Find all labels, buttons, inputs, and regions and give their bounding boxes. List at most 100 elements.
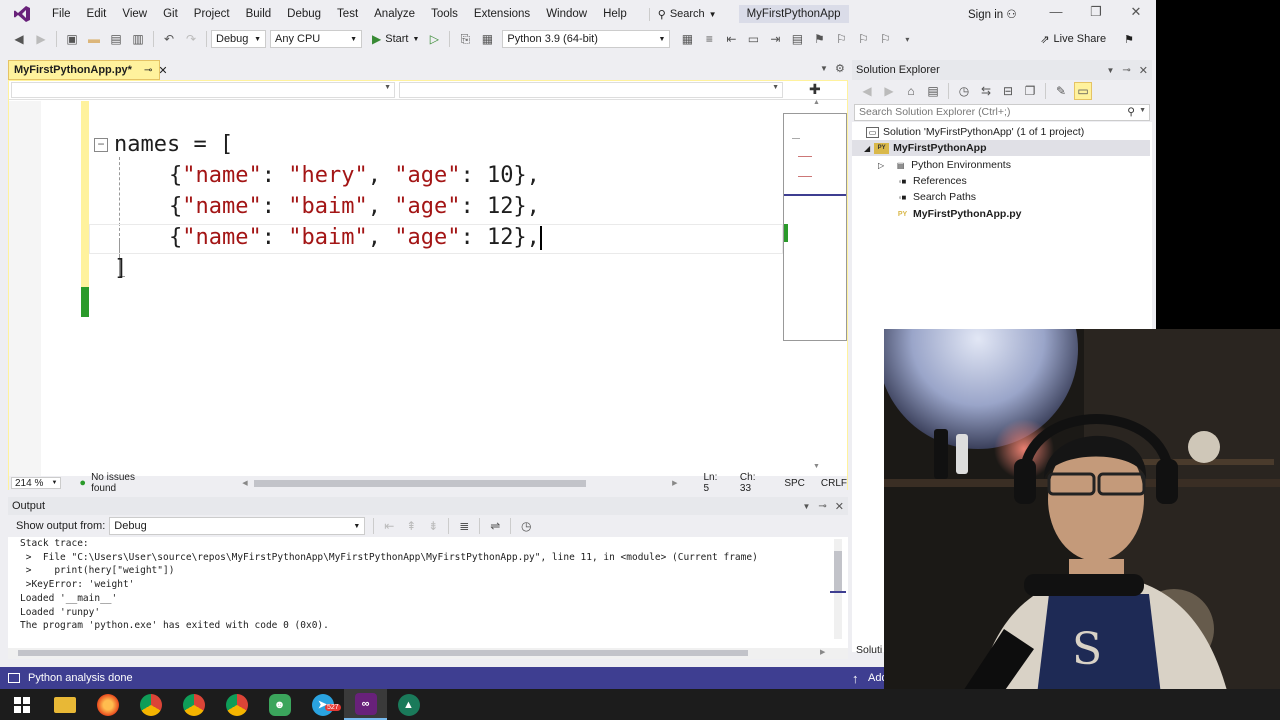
indent-icon[interactable]: ⇥ [766, 30, 784, 48]
upload-icon[interactable]: ↑ [852, 671, 859, 686]
output-source-select[interactable]: Debug ▼ [109, 517, 366, 535]
previous-message-icon[interactable]: ⇞ [402, 517, 420, 535]
tree-item-solution[interactable]: ▭ Solution 'MyFirstPythonApp' (1 of 1 pr… [866, 124, 1084, 140]
next-message-icon[interactable]: ⇟ [424, 517, 442, 535]
layout-icon[interactable]: ▦ [678, 30, 696, 48]
clear-all-icon[interactable]: ≣ [455, 517, 473, 535]
sync-icon[interactable]: ⇆ [977, 82, 995, 100]
menu-extensions[interactable]: Extensions [466, 0, 538, 28]
sign-in-button[interactable]: Sign in ⚇ [968, 7, 1017, 21]
issues-status[interactable]: No issues found [91, 472, 160, 494]
menu-debug[interactable]: Debug [279, 0, 329, 28]
output-text-area[interactable]: Stack trace: > File "C:\Users\User\sourc… [8, 537, 848, 659]
tree-item-project[interactable]: ◢ PY MyFirstPythonApp [852, 140, 1150, 156]
menu-file[interactable]: File [44, 0, 79, 28]
menu-tools[interactable]: Tools [423, 0, 466, 28]
menu-project[interactable]: Project [186, 0, 238, 28]
line-number-status[interactable]: Ln: 5 [703, 472, 724, 494]
project-scope-select[interactable]: ▼ [11, 82, 395, 98]
bookmark-clear-icon[interactable]: ⚐ [876, 30, 894, 48]
taskbar-vs-code[interactable]: ▲ [387, 689, 430, 720]
scroll-up-icon[interactable]: ▲ [813, 99, 821, 119]
windows-start-button[interactable] [0, 689, 43, 720]
switch-views-icon[interactable]: ▤ [924, 82, 942, 100]
tab-solution-explorer[interactable]: Soluti [856, 644, 882, 656]
attach-icon[interactable]: ⎘ [456, 30, 474, 48]
toolbar-options-icon[interactable]: ▾ [898, 30, 916, 48]
navigate-back-icon[interactable]: ◀ [10, 30, 28, 48]
python-environment-select[interactable]: Python 3.9 (64-bit) ▼ [502, 30, 671, 48]
menu-git[interactable]: Git [155, 0, 186, 28]
close-button[interactable]: ✕ [1121, 4, 1151, 24]
find-message-icon[interactable]: ⇤ [380, 517, 398, 535]
menu-help[interactable]: Help [595, 0, 635, 28]
taskbar-file-explorer[interactable] [43, 689, 86, 720]
menu-build[interactable]: Build [238, 0, 280, 28]
vertical-scrollbar-thumb[interactable] [834, 551, 842, 591]
step-icon[interactable]: ⇤ [722, 30, 740, 48]
word-wrap-icon[interactable]: ⇌ [486, 517, 504, 535]
save-icon[interactable]: ▤ [107, 30, 125, 48]
start-without-debugging-icon[interactable]: ▷ [425, 30, 443, 48]
collapse-region-toggle[interactable]: − [94, 138, 108, 152]
live-share-button[interactable]: ⇗ Live Share ⚑ [1040, 33, 1134, 46]
debug-target-icon[interactable]: ▦ [478, 30, 496, 48]
taskbar-firefox[interactable] [86, 689, 129, 720]
new-project-icon[interactable]: ▣ [63, 30, 81, 48]
taskbar-chrome-1[interactable] [129, 689, 172, 720]
solution-configuration-select[interactable]: Debug ▼ [211, 30, 266, 48]
horizontal-scrollbar-thumb[interactable] [18, 650, 748, 656]
tree-item-search-paths[interactable]: ◦■ Search Paths [896, 189, 976, 205]
scroll-right-icon[interactable]: ▶ [672, 479, 677, 487]
scroll-left-icon[interactable]: ◀ [242, 479, 247, 487]
pin-icon[interactable]: ⊸ [144, 65, 152, 76]
minimize-button[interactable]: — [1041, 4, 1071, 24]
close-icon[interactable]: ✕ [1139, 64, 1148, 77]
bookmark-next-icon[interactable]: ⚐ [854, 30, 872, 48]
output-window-icon[interactable] [8, 673, 20, 683]
window-options-icon[interactable]: ▼ [1106, 66, 1114, 75]
settings-icon[interactable]: ⚙ [835, 62, 845, 75]
tab-myfirstpythonapp-py[interactable]: MyFirstPythonApp.py* ⊸ ✕ [8, 60, 168, 80]
scroll-right-icon[interactable]: ▶ [820, 648, 825, 656]
home-icon[interactable]: ⌂ [902, 82, 920, 100]
properties-icon[interactable]: ✎ [1052, 82, 1070, 100]
feedback-icon[interactable]: ⚑ [1124, 33, 1134, 46]
member-select[interactable]: ▼ [399, 82, 783, 98]
pending-changes-filter-icon[interactable]: ◷ [955, 82, 973, 100]
tree-item-references[interactable]: ◦■ References [896, 173, 967, 189]
forward-icon[interactable]: ▶ [880, 82, 898, 100]
pin-icon[interactable]: ⊸ [818, 501, 826, 512]
navigate-forward-icon[interactable]: ▶ [32, 30, 50, 48]
whitespace-status[interactable]: SPC [784, 478, 805, 489]
show-all-files-icon[interactable]: ❐ [1021, 82, 1039, 100]
start-debugging-button[interactable]: ▶ Start ▼ [368, 32, 423, 46]
bookmark-prev-icon[interactable]: ⚐ [832, 30, 850, 48]
open-file-icon[interactable]: ▬ [85, 30, 103, 48]
restore-button[interactable]: ❐ [1081, 4, 1111, 24]
taskbar-chrome-2[interactable] [172, 689, 215, 720]
redo-icon[interactable]: ↷ [182, 30, 200, 48]
close-icon[interactable]: ✕ [835, 500, 844, 513]
solution-explorer-search-input[interactable]: Search Solution Explorer (Ctrl+;) ⚲ ▼ [854, 104, 1150, 121]
collapse-all-icon[interactable]: ⊟ [999, 82, 1017, 100]
menu-view[interactable]: View [114, 0, 155, 28]
vertical-scrollbar[interactable] [830, 539, 846, 639]
taskbar-telegram[interactable]: ➤ 527 [301, 689, 344, 720]
solution-platform-select[interactable]: Any CPU ▼ [270, 30, 362, 48]
tree-item-python-environments[interactable]: ▷ ▤ Python Environments [878, 157, 1011, 173]
output-horizontal-scrollbar[interactable]: ▶ [8, 648, 848, 659]
save-all-icon[interactable]: ▥ [129, 30, 147, 48]
taskbar-discord[interactable]: ☻ [258, 689, 301, 720]
menu-test[interactable]: Test [329, 0, 366, 28]
taskbar-chrome-3[interactable] [215, 689, 258, 720]
horizontal-scrollbar-thumb[interactable] [253, 479, 587, 487]
code-text-area[interactable]: − names = [ {"name": "hery", "age": 10},… [89, 101, 783, 476]
close-tab-icon[interactable]: ✕ [158, 64, 167, 77]
search-button[interactable]: ⚲ Search ▼ [648, 7, 725, 21]
pin-icon[interactable]: ⊸ [1122, 65, 1130, 76]
scroll-down-icon[interactable]: ▼ [813, 463, 820, 470]
menu-analyze[interactable]: Analyze [366, 0, 423, 28]
line-ending-status[interactable]: CRLF [821, 478, 847, 489]
window-options-icon[interactable]: ▼ [802, 502, 810, 511]
